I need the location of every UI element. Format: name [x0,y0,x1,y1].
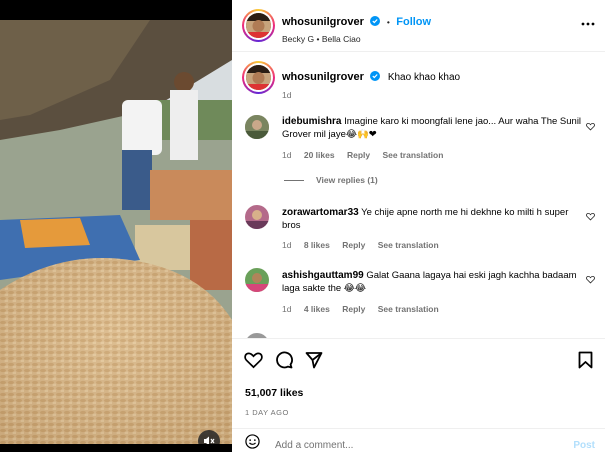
commenter-avatar[interactable] [245,205,269,229]
more-options-button[interactable] [581,17,595,36]
caption-username[interactable]: whosunilgrover [282,71,364,83]
caption-text: Khao khao khao [387,72,461,83]
audio-track-link[interactable]: Becky G • Bella Ciao [282,34,361,44]
verified-badge-icon [370,16,381,26]
comment-icon[interactable] [275,351,293,369]
commenter-avatar[interactable] [245,115,269,139]
comment-like-count[interactable]: 20 likes [304,150,335,160]
post-date[interactable]: 1 DAY AGO [245,408,289,417]
caption-time: 1d [282,90,292,100]
reply-button[interactable]: Reply [342,240,365,250]
comment-username[interactable]: ashishgauttam99 [282,270,364,281]
caption-author-avatar[interactable] [242,61,275,94]
post-header: whosunilgrover • Follow Becky G • Bella … [232,0,605,52]
comment: idebumishra Imagine karo ki moongfali le… [282,115,582,141]
comment: zorawartomar33 Ye chije apne north me hi… [282,206,582,232]
bookmark-icon[interactable] [578,351,593,369]
comment-input[interactable]: Add a comment... [275,440,353,451]
author-avatar[interactable] [242,9,275,42]
comment: ashishgauttam99 Galat Gaana lagaya hai e… [282,269,582,295]
verified-badge-icon [370,71,381,81]
post-comment-button[interactable]: Post [573,440,595,451]
like-comment-heart-icon[interactable] [586,275,595,284]
comment-username[interactable]: idebumishra [282,116,341,127]
post-details-panel: whosunilgrover • Follow Becky G • Bella … [232,0,605,452]
reply-button[interactable]: Reply [347,150,370,160]
see-translation-button[interactable]: See translation [378,240,439,250]
like-comment-heart-icon[interactable] [586,212,595,221]
comments-list[interactable]: whosunilgrover Khao khao khao 1d idebumi… [232,53,605,338]
muted-speaker-icon [204,436,215,444]
like-comment-heart-icon[interactable] [586,122,595,131]
add-comment-bar: Add a comment... Post [232,428,605,452]
see-translation-button[interactable]: See translation [382,150,443,160]
post-actions: 51,007 likes 1 DAY AGO [232,338,605,428]
see-translation-button[interactable]: See translation [378,304,439,314]
comment-like-count[interactable]: 4 likes [304,304,330,314]
more-horizontal-icon [581,22,595,26]
reply-button[interactable]: Reply [342,304,365,314]
caption: whosunilgrover Khao khao khao [282,67,460,85]
video-frame [0,20,232,444]
author-username[interactable]: whosunilgrover [282,16,364,28]
share-icon[interactable] [305,351,323,369]
view-replies-button[interactable]: View replies (1) [316,175,378,185]
replies-divider [284,180,304,181]
comment-time: 1d [282,304,292,314]
commenter-avatar[interactable] [245,268,269,292]
emoji-icon[interactable] [245,434,260,449]
heart-icon[interactable] [244,351,263,369]
post-video[interactable] [0,20,232,444]
comment-time: 1d [282,240,292,250]
like-count[interactable]: 51,007 likes [245,387,303,399]
comment-username[interactable]: zorawartomar33 [282,207,359,218]
follow-button[interactable]: Follow [396,16,431,28]
comment-time: 1d [282,150,292,160]
comment-like-count[interactable]: 8 likes [304,240,330,250]
header-separator: • [386,17,390,27]
